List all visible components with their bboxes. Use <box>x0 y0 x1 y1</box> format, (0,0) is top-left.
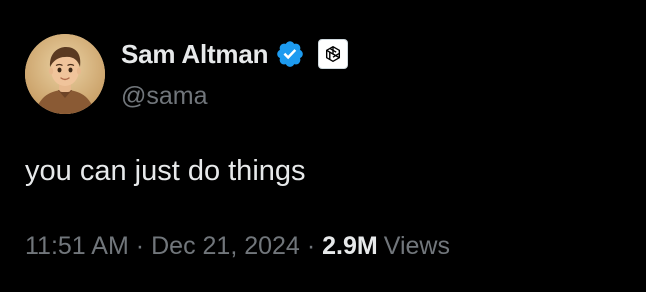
views-label[interactable]: Views <box>384 229 450 263</box>
avatar[interactable] <box>25 34 105 114</box>
meta-separator: · <box>306 232 316 260</box>
tweet-text: you can just do things <box>25 155 306 187</box>
tweet-card: Sam Altman @sama you can just do things <box>0 0 646 292</box>
openai-logo-icon[interactable] <box>318 39 349 69</box>
tweet-meta: 11:51 AM · Dec 21, 2024 · 2.9M Views <box>25 229 450 263</box>
display-name[interactable]: Sam Altman <box>121 37 269 71</box>
tweet-date[interactable]: Dec 21, 2024 <box>151 229 300 263</box>
user-handle[interactable]: @sama <box>121 80 208 112</box>
name-row: Sam Altman <box>121 37 349 71</box>
avatar-illustration <box>25 34 105 114</box>
views-count[interactable]: 2.9M <box>322 229 378 263</box>
verified-badge-icon[interactable] <box>275 39 305 69</box>
tweet-time[interactable]: 11:51 AM <box>25 229 129 263</box>
meta-separator: · <box>135 232 145 260</box>
